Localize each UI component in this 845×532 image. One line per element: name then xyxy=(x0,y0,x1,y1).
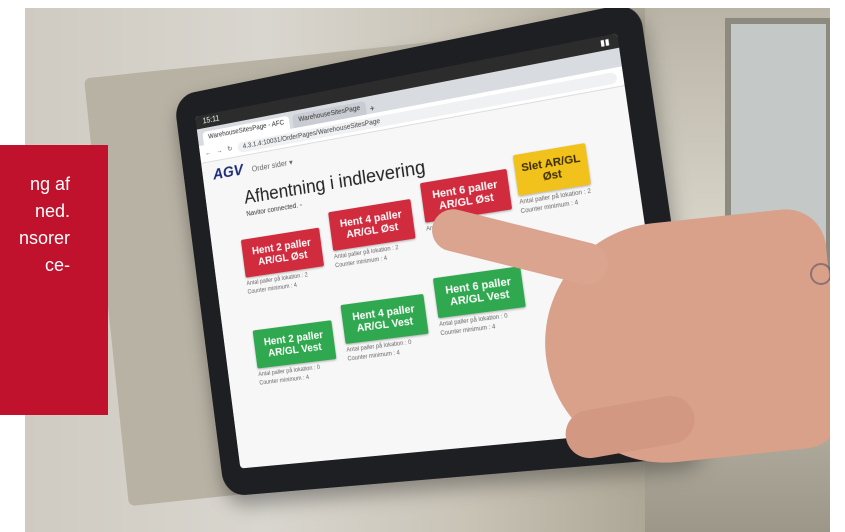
card-hent2-ost: Hent 2 paller AR/GL Øst Antal paller på … xyxy=(240,227,327,298)
hent-6-vest-button[interactable]: Hent 6 paller AR/GL Vest xyxy=(432,266,526,319)
caption-line: ce- xyxy=(44,255,70,275)
caption-line: ned. xyxy=(34,201,70,221)
red-caption-overlay: ng af ned. nsorer ce- xyxy=(0,145,108,415)
tattoo xyxy=(810,263,830,285)
card-hent6-vest: Hent 6 paller AR/GL Vest Antal paller på… xyxy=(432,266,529,339)
photo-background: 15:11 ▮▮ WarehouseSitesPage - AFC Wareho… xyxy=(25,8,830,532)
back-icon[interactable]: ← xyxy=(205,149,212,157)
reload-icon[interactable]: ↻ xyxy=(227,145,233,153)
hent-2-vest-button[interactable]: Hent 2 paller AR/GL Vest xyxy=(252,320,337,369)
card-hent4-ost: Hent 4 paller AR/GL Øst Antal paller på … xyxy=(328,198,418,271)
card-hent4-vest: Hent 4 paller AR/GL Vest Antal paller på… xyxy=(340,293,431,365)
new-tab-icon[interactable]: + xyxy=(369,103,375,114)
card-slet-ost: Slet AR/GL Øst Antal paller på lokation … xyxy=(512,143,594,217)
forward-icon[interactable]: → xyxy=(216,147,223,155)
order-pages-menu[interactable]: Order sider ▾ xyxy=(251,157,293,173)
caption-line: ng af xyxy=(29,174,70,194)
battery-icon: ▮▮ xyxy=(599,36,611,49)
caption-line: nsorer xyxy=(18,228,70,248)
agv-logo: AGV xyxy=(212,162,245,184)
card-hent2-vest: Hent 2 paller AR/GL Vest Antal paller på… xyxy=(252,320,340,388)
hent-4-vest-button[interactable]: Hent 4 paller AR/GL Vest xyxy=(340,293,429,344)
